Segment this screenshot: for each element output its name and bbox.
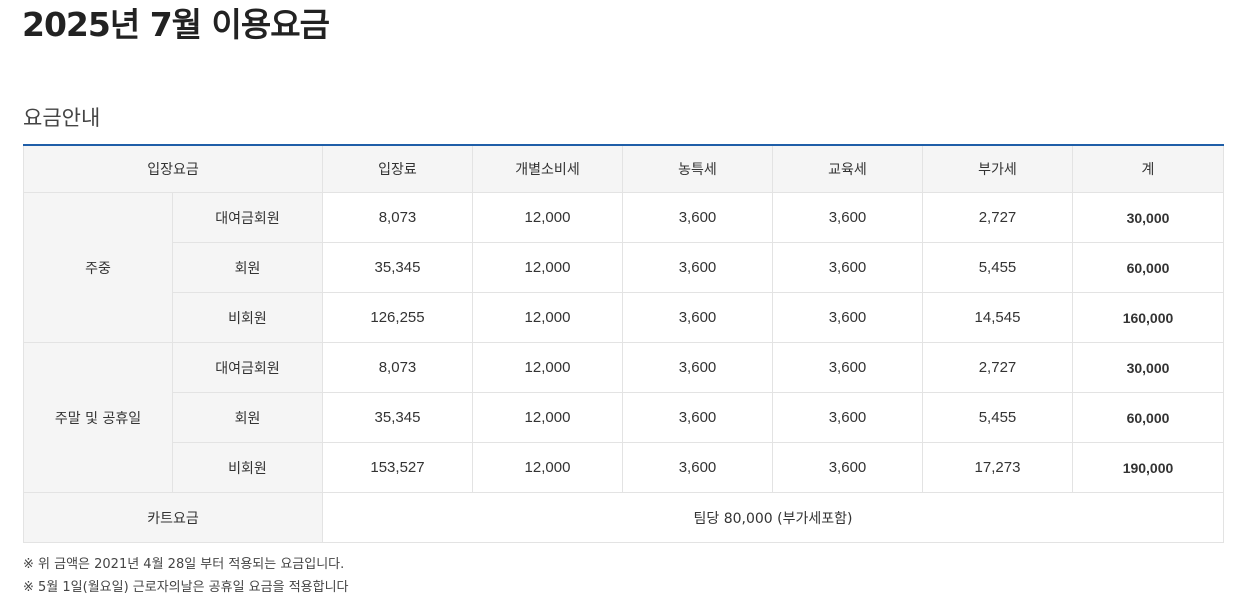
vat-cell: 5,455 <box>922 242 1073 293</box>
admission-cell: 35,345 <box>322 392 473 443</box>
member-type: 비회원 <box>172 442 323 493</box>
fee-table: 입장요금 입장료 개별소비세 농특세 교육세 부가세 계 주중 대여금회원 8,… <box>23 144 1224 543</box>
admission-cell: 126,255 <box>322 292 473 343</box>
admission-cell: 153,527 <box>322 442 473 493</box>
table-row: 비회원 153,527 12,000 3,600 3,600 17,273 19… <box>24 442 1224 493</box>
header-vat: 부가세 <box>922 144 1073 193</box>
rural-tax-cell: 3,600 <box>622 242 773 293</box>
header-total: 계 <box>1072 144 1224 193</box>
vat-cell: 17,273 <box>922 442 1073 493</box>
header-admission: 입장료 <box>322 144 473 193</box>
education-tax-cell: 3,600 <box>772 392 923 443</box>
cart-fee-value: 팀당 80,000 (부가세포함) <box>322 492 1224 543</box>
page-title: 2025년 7월 이용요금 <box>22 5 330 44</box>
member-type: 대여금회원 <box>172 192 323 243</box>
education-tax-cell: 3,600 <box>772 192 923 243</box>
member-type: 대여금회원 <box>172 342 323 393</box>
consumption-tax-cell: 12,000 <box>472 342 623 393</box>
admission-cell: 8,073 <box>322 192 473 243</box>
rural-tax-cell: 3,600 <box>622 192 773 243</box>
table-row: 회원 35,345 12,000 3,600 3,600 5,455 60,00… <box>24 392 1224 443</box>
member-type: 비회원 <box>172 292 323 343</box>
table-header-row: 입장요금 입장료 개별소비세 농특세 교육세 부가세 계 <box>23 144 1224 193</box>
rural-tax-cell: 3,600 <box>622 342 773 393</box>
group-label-weekend-holiday: 주말 및 공휴일 <box>23 342 173 493</box>
total-cell: 190,000 <box>1072 442 1224 493</box>
admission-cell: 8,073 <box>322 342 473 393</box>
rural-tax-cell: 3,600 <box>622 442 773 493</box>
education-tax-cell: 3,600 <box>772 442 923 493</box>
table-row: 비회원 126,255 12,000 3,600 3,600 14,545 16… <box>24 292 1224 343</box>
admission-cell: 35,345 <box>322 242 473 293</box>
member-type: 회원 <box>172 392 323 443</box>
header-education-tax: 교육세 <box>772 144 923 193</box>
education-tax-cell: 3,600 <box>772 242 923 293</box>
header-consumption-tax: 개별소비세 <box>472 144 623 193</box>
consumption-tax-cell: 12,000 <box>472 292 623 343</box>
consumption-tax-cell: 12,000 <box>472 442 623 493</box>
table-row: 회원 35,345 12,000 3,600 3,600 5,455 60,00… <box>24 242 1224 293</box>
member-type: 회원 <box>172 242 323 293</box>
total-cell: 60,000 <box>1072 242 1224 293</box>
vat-cell: 2,727 <box>922 192 1073 243</box>
header-fee-category: 입장요금 <box>23 144 323 193</box>
total-cell: 30,000 <box>1072 192 1224 243</box>
cart-fee-row: 카트요금 팀당 80,000 (부가세포함) <box>23 492 1224 543</box>
group-label-weekday: 주중 <box>23 192 173 343</box>
consumption-tax-cell: 12,000 <box>472 392 623 443</box>
total-cell: 160,000 <box>1072 292 1224 343</box>
vat-cell: 5,455 <box>922 392 1073 443</box>
note-item: ※ 위 금액은 2021년 4월 28일 부터 적용되는 요금입니다. <box>23 557 345 572</box>
vat-cell: 2,727 <box>922 342 1073 393</box>
rural-tax-cell: 3,600 <box>622 292 773 343</box>
cart-fee-label: 카트요금 <box>23 492 323 543</box>
consumption-tax-cell: 12,000 <box>472 242 623 293</box>
table-row: 주말 및 공휴일 대여금회원 8,073 12,000 3,600 3,600 … <box>23 342 1224 493</box>
table-row: 주중 대여금회원 8,073 12,000 3,600 3,600 2,727 … <box>23 192 1224 343</box>
vat-cell: 14,545 <box>922 292 1073 343</box>
total-cell: 60,000 <box>1072 392 1224 443</box>
education-tax-cell: 3,600 <box>772 292 923 343</box>
consumption-tax-cell: 12,000 <box>472 192 623 243</box>
rural-tax-cell: 3,600 <box>622 392 773 443</box>
notes: ※ 위 금액은 2021년 4월 28일 부터 적용되는 요금입니다. ※ 5월… <box>23 553 349 599</box>
total-cell: 30,000 <box>1072 342 1224 393</box>
section-title: 요금안내 <box>23 106 101 130</box>
note-item: ※ 5월 1일(월요일) 근로자의날은 공휴일 요금을 적용합니다 <box>23 580 349 595</box>
education-tax-cell: 3,600 <box>772 342 923 393</box>
header-rural-tax: 농특세 <box>622 144 773 193</box>
